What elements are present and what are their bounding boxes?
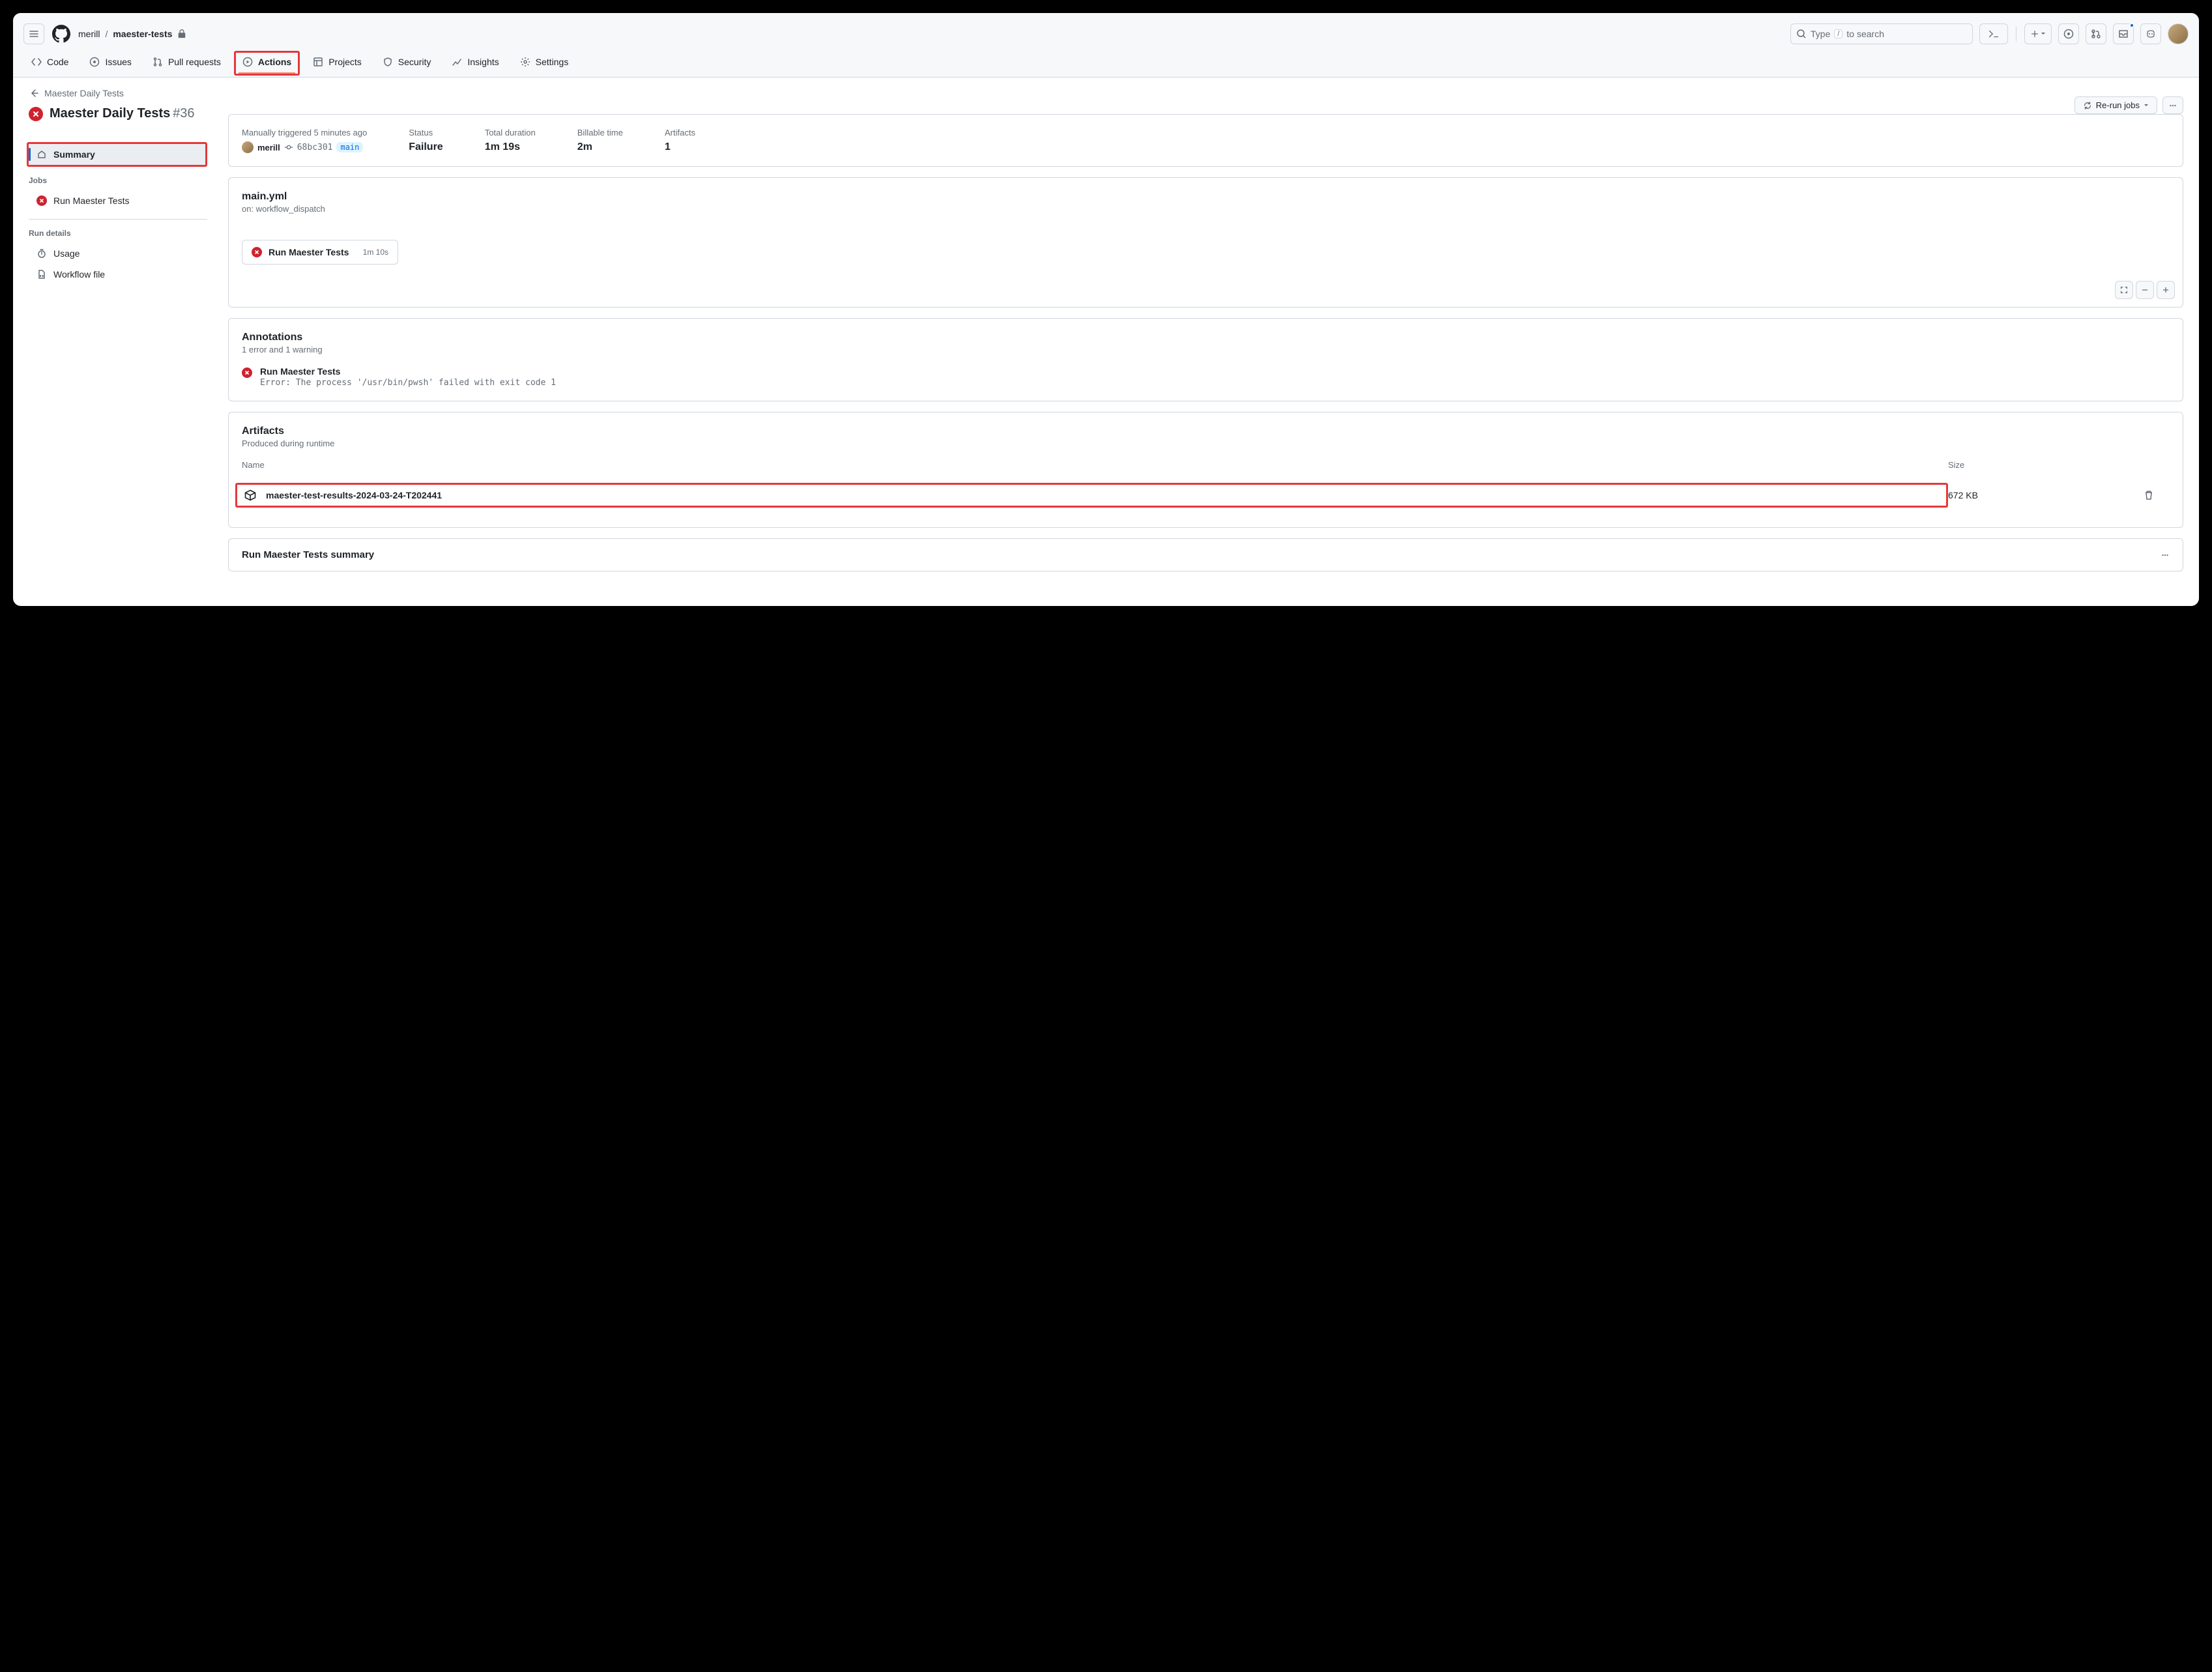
billable-value: 2m (577, 141, 623, 153)
status-fail-icon (242, 368, 252, 378)
inbox-button[interactable] (2113, 23, 2134, 44)
home-icon (36, 149, 47, 160)
fullscreen-button[interactable] (2115, 281, 2133, 299)
actor-link[interactable]: merill (257, 143, 280, 152)
trash-icon (2144, 490, 2154, 500)
table-icon (313, 57, 323, 67)
search-icon (1796, 29, 1807, 39)
create-new-button[interactable] (2024, 23, 2052, 44)
lock-icon (177, 29, 186, 38)
zoom-out-button[interactable] (2136, 281, 2154, 299)
commit-link[interactable]: 68bc301 (297, 143, 333, 152)
run-details-label: Run details (29, 229, 207, 238)
search-input[interactable]: Type / to search (1790, 23, 1973, 44)
jobs-label: Jobs (29, 176, 207, 185)
back-link[interactable]: Maester Daily Tests (29, 88, 207, 98)
summary-more-button[interactable] (2161, 551, 2170, 560)
chevron-down-icon (2144, 103, 2149, 108)
zoom-in-button[interactable] (2157, 281, 2175, 299)
branch-badge[interactable]: main (336, 142, 363, 152)
actor-avatar[interactable] (242, 141, 254, 153)
annotation-item[interactable]: Run Maester Tests Error: The process '/u… (242, 366, 2170, 388)
job-node[interactable]: Run Maester Tests 1m 10s (242, 240, 398, 265)
sync-icon (2083, 101, 2092, 110)
sidebar-item-summary[interactable]: Summary (27, 142, 207, 167)
copilot-button[interactable] (2140, 23, 2161, 44)
job-summary-card: Run Maester Tests summary (228, 538, 2183, 571)
sidebar-item-job-run-maester[interactable]: Run Maester Tests (29, 190, 207, 211)
status-fail-icon (36, 195, 47, 206)
artifact-row: maester-test-results-2024-03-24-T202441 … (242, 476, 2170, 514)
play-circle-icon (242, 57, 253, 67)
menu-button[interactable] (23, 23, 44, 44)
github-logo-icon[interactable] (51, 23, 72, 44)
gear-icon (520, 57, 531, 67)
issues-button[interactable] (2058, 23, 2079, 44)
arrow-left-icon (29, 88, 39, 98)
code-icon (31, 57, 42, 67)
shield-icon (383, 57, 393, 67)
sidebar-item-workflow-file[interactable]: Workflow file (29, 264, 207, 285)
artifact-download-link[interactable]: maester-test-results-2024-03-24-T202441 (235, 483, 1948, 508)
triggered-text: Manually triggered 5 minutes ago (242, 128, 367, 137)
workflow-trigger: on: workflow_dispatch (242, 204, 2170, 214)
run-title: Maester Daily Tests #36 (29, 106, 207, 121)
artifacts-card: Artifacts Produced during runtime Name S… (228, 412, 2183, 528)
notification-dot-icon (2129, 23, 2134, 28)
annotations-card: Annotations 1 error and 1 warning Run Ma… (228, 318, 2183, 401)
status-fail-icon (29, 107, 43, 121)
breadcrumb-owner[interactable]: merill (78, 29, 100, 39)
sidebar-item-usage[interactable]: Usage (29, 243, 207, 264)
breadcrumb-repo[interactable]: maester-tests (113, 29, 172, 39)
artifacts-count: 1 (665, 141, 695, 153)
command-palette-button[interactable] (1979, 23, 2008, 44)
search-kbd: / (1834, 29, 1842, 38)
workflow-graph-card: main.yml on: workflow_dispatch Run Maest… (228, 177, 2183, 308)
graph-icon (452, 57, 462, 67)
rerun-jobs-button[interactable]: Re-run jobs (2074, 96, 2157, 114)
status-value: Failure (409, 141, 443, 153)
run-meta-card: Manually triggered 5 minutes ago merill … (228, 114, 2183, 167)
user-avatar[interactable] (2168, 23, 2189, 44)
status-fail-icon (252, 247, 262, 257)
search-placeholder-prefix: Type (1811, 29, 1830, 39)
more-actions-button[interactable] (2162, 96, 2183, 114)
tab-projects[interactable]: Projects (305, 50, 370, 77)
issue-icon (89, 57, 100, 67)
kebab-icon (2168, 101, 2177, 110)
job-duration: 1m 10s (363, 248, 388, 257)
stopwatch-icon (36, 248, 47, 259)
annotation-message: Error: The process '/usr/bin/pwsh' faile… (260, 378, 556, 388)
commit-icon (284, 143, 293, 152)
tab-pulls[interactable]: Pull requests (145, 50, 229, 77)
tab-security[interactable]: Security (375, 50, 439, 77)
pull-requests-button[interactable] (2086, 23, 2106, 44)
artifact-size: 672 KB (1948, 490, 2144, 500)
pr-icon (153, 57, 163, 67)
tab-actions[interactable]: Actions (234, 51, 300, 76)
tab-settings[interactable]: Settings (512, 50, 577, 77)
duration-value: 1m 19s (485, 141, 536, 153)
workflow-file-name: main.yml (242, 191, 2170, 203)
artifact-delete-button[interactable] (2144, 490, 2170, 500)
tab-code[interactable]: Code (23, 50, 76, 77)
repo-tabs: Code Issues Pull requests Actions Projec… (13, 50, 2199, 78)
tab-issues[interactable]: Issues (81, 50, 139, 77)
breadcrumb: merill / maester-tests (78, 29, 186, 39)
package-icon (244, 489, 257, 502)
search-placeholder-suffix: to search (1846, 29, 1884, 39)
tab-insights[interactable]: Insights (444, 50, 506, 77)
file-icon (36, 269, 47, 280)
